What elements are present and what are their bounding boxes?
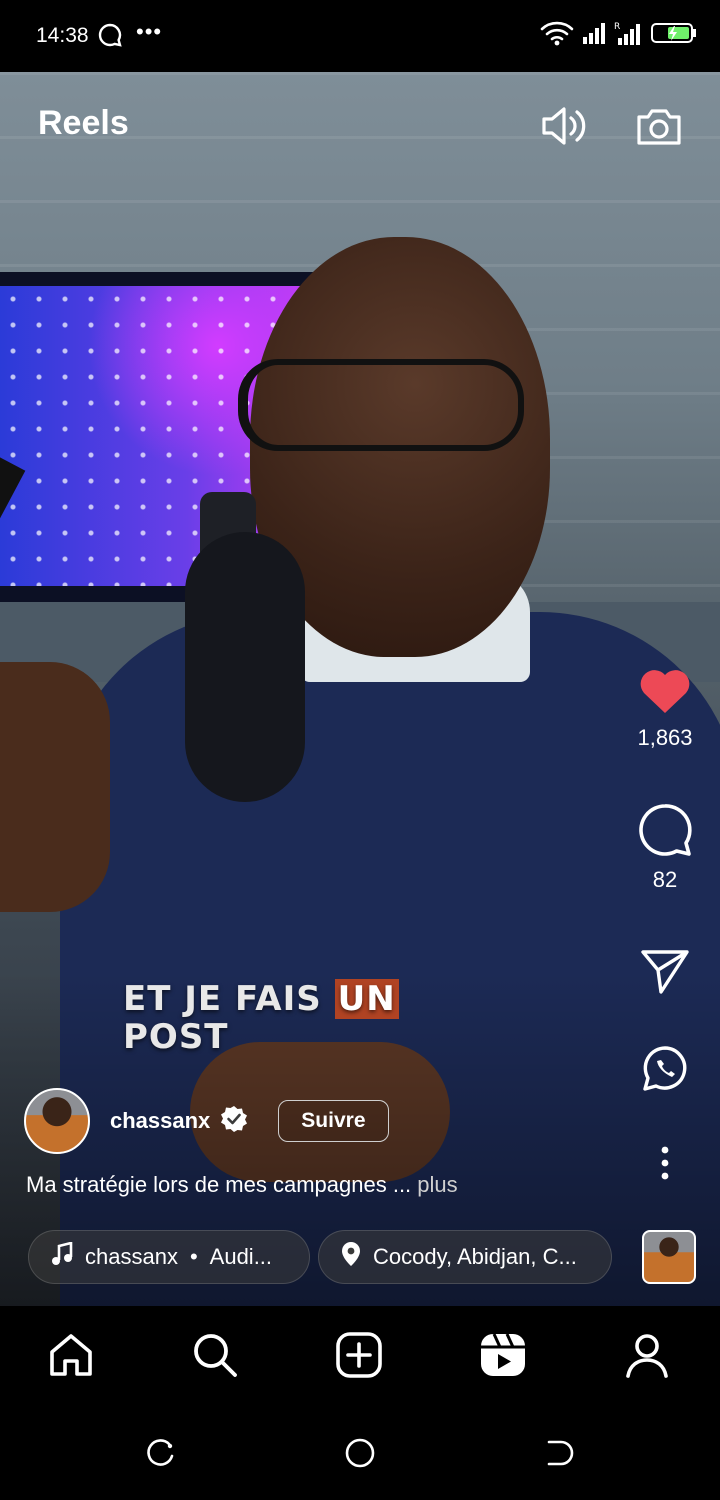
home-circle-icon[interactable]	[343, 1436, 377, 1470]
video-glasses	[238, 359, 524, 451]
speaker-icon[interactable]	[538, 100, 590, 152]
follow-button[interactable]: Suivre	[278, 1100, 389, 1142]
audio-user: chassanx	[85, 1244, 178, 1269]
audio-thumbnail[interactable]	[642, 1230, 696, 1284]
username[interactable]: chassanx	[110, 1108, 210, 1134]
bottom-nav	[0, 1306, 720, 1406]
signal-r-icon: R	[614, 20, 642, 51]
location-pin-icon	[341, 1241, 361, 1273]
whatsapp-icon[interactable]	[610, 1044, 720, 1099]
back-icon[interactable]	[543, 1436, 577, 1470]
reel-description[interactable]: Ma stratégie lors de mes campagnes ... p…	[26, 1172, 458, 1198]
page-title: Reels	[38, 104, 129, 142]
comment-action[interactable]: 82	[610, 802, 720, 893]
description-text: Ma stratégie lors de mes campagnes ...	[26, 1172, 412, 1197]
status-time: 14:38	[36, 24, 89, 47]
author-row: chassanx Suivre	[24, 1088, 389, 1154]
more-icon[interactable]	[610, 1145, 720, 1186]
location-chip[interactable]: Cocody, Abidjan, C...	[318, 1230, 612, 1284]
recents-icon[interactable]	[143, 1436, 177, 1470]
create-icon[interactable]	[334, 1330, 386, 1382]
battery-charging-icon	[650, 20, 698, 51]
search-icon[interactable]	[190, 1330, 242, 1382]
comment-count: 82	[652, 867, 678, 892]
audio-bullet: •	[189, 1244, 198, 1269]
status-more-dots: •••	[136, 19, 163, 44]
music-note-icon	[51, 1241, 73, 1272]
reels-icon[interactable]	[478, 1330, 530, 1382]
video-caption: ET JE FAIS UN POST	[123, 979, 399, 1057]
status-icons: R	[540, 20, 698, 51]
audio-chip[interactable]: chassanx • Audi...	[28, 1230, 310, 1284]
more-link[interactable]: plus	[411, 1172, 457, 1197]
chat-bubble-icon	[97, 22, 123, 53]
camera-icon[interactable]	[634, 100, 686, 152]
comment-icon[interactable]	[637, 804, 693, 862]
audio-text: Audi...	[209, 1244, 273, 1269]
status-bar: 14:38 ••• R	[0, 0, 720, 72]
share-icon[interactable]	[610, 946, 720, 1001]
verified-badge-icon	[220, 1105, 248, 1138]
wifi-icon	[540, 20, 574, 51]
like-action[interactable]: 1,863	[610, 666, 720, 751]
svg-text:R: R	[614, 22, 620, 32]
home-icon[interactable]	[46, 1330, 98, 1382]
like-count: 1,863	[637, 725, 693, 750]
profile-icon[interactable]	[622, 1330, 674, 1382]
caption-line-1: ET JE FAIS	[123, 979, 322, 1019]
caption-line-2: POST	[123, 1017, 229, 1057]
video-microphone	[185, 532, 305, 802]
heart-icon[interactable]	[638, 670, 692, 720]
signal-icon	[582, 21, 606, 50]
location-text: Cocody, Abidjan, C...	[373, 1244, 577, 1269]
avatar[interactable]	[24, 1088, 90, 1154]
system-nav	[0, 1406, 720, 1500]
caption-highlight: UN	[334, 979, 399, 1019]
